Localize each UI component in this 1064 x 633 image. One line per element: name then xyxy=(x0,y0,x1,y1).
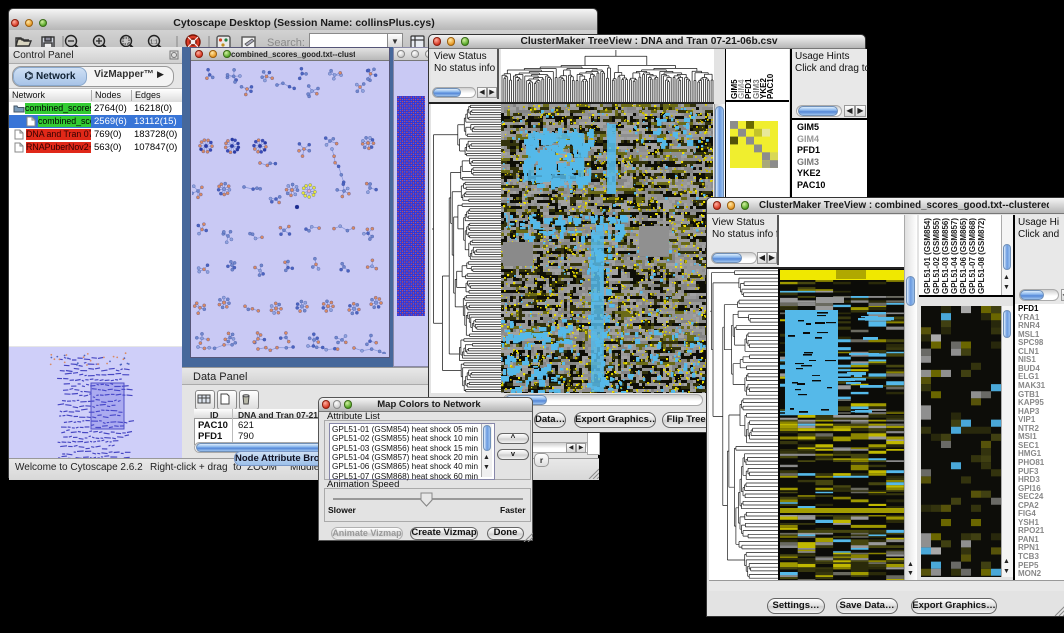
svg-text:1:1: 1:1 xyxy=(150,40,158,46)
